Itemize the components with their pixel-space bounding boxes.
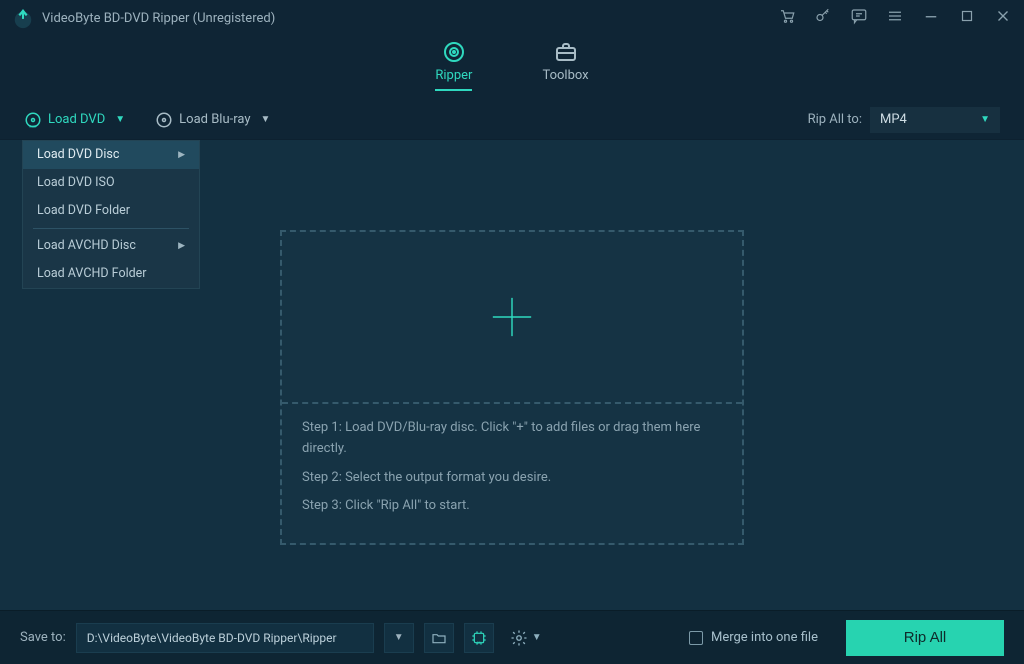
folder-icon bbox=[431, 630, 447, 646]
chevron-down-icon: ▼ bbox=[261, 114, 271, 125]
cart-icon[interactable] bbox=[778, 7, 796, 29]
rip-all-to: Rip All to: MP4 ▼ bbox=[808, 107, 1000, 133]
menu-load-dvd-iso[interactable]: Load DVD ISO bbox=[23, 169, 199, 197]
save-path-dropdown-button[interactable]: ▼ bbox=[384, 623, 414, 653]
tab-toolbox[interactable]: Toolbox bbox=[542, 40, 588, 91]
chevron-right-icon: ▶ bbox=[178, 232, 185, 260]
chevron-down-icon: ▼ bbox=[980, 114, 990, 125]
merge-label: Merge into one file bbox=[711, 630, 818, 645]
load-bluray-label: Load Blu-ray bbox=[179, 112, 250, 127]
menu-load-avchd-folder[interactable]: Load AVCHD Folder bbox=[23, 260, 199, 288]
gear-icon bbox=[510, 629, 528, 647]
step1-text: Step 1: Load DVD/Blu-ray disc. Click "+"… bbox=[302, 418, 722, 460]
dvd-disc-icon: DVD bbox=[24, 111, 42, 129]
menu-separator bbox=[33, 228, 189, 229]
drop-zone[interactable]: Step 1: Load DVD/Blu-ray disc. Click "+"… bbox=[280, 230, 744, 545]
menu-load-dvd-disc[interactable]: Load DVD Disc ▶ bbox=[23, 141, 199, 169]
gpu-icon: ON bbox=[471, 630, 487, 646]
tab-toolbox-label: Toolbox bbox=[542, 68, 588, 83]
load-dvd-menu: Load DVD Disc ▶ Load DVD ISO Load DVD Fo… bbox=[22, 140, 200, 289]
step3-text: Step 3: Click "Rip All" to start. bbox=[302, 496, 722, 517]
rip-all-format-value: MP4 bbox=[880, 112, 907, 127]
load-bluray-button[interactable]: Load Blu-ray ▼ bbox=[155, 111, 270, 129]
chevron-right-icon: ▶ bbox=[178, 141, 185, 169]
menu-load-avchd-folder-label: Load AVCHD Folder bbox=[37, 260, 147, 288]
feedback-icon[interactable] bbox=[850, 7, 868, 29]
key-icon[interactable] bbox=[814, 7, 832, 29]
rip-all-button[interactable]: Rip All bbox=[846, 620, 1004, 656]
plus-icon bbox=[489, 294, 535, 340]
step2-text: Step 2: Select the output format you des… bbox=[302, 468, 722, 489]
svg-text:DVD: DVD bbox=[29, 124, 37, 128]
menu-load-dvd-disc-label: Load DVD Disc bbox=[37, 141, 119, 169]
load-dvd-button[interactable]: DVD Load DVD ▼ bbox=[24, 111, 125, 129]
menu-load-dvd-folder[interactable]: Load DVD Folder bbox=[23, 197, 199, 225]
tab-ripper[interactable]: Ripper bbox=[435, 40, 472, 91]
load-bar: DVD Load DVD ▼ Load Blu-ray ▼ Rip All to… bbox=[0, 100, 1024, 140]
merge-checkbox[interactable] bbox=[689, 631, 703, 645]
close-icon[interactable] bbox=[994, 7, 1012, 29]
menu-icon[interactable] bbox=[886, 7, 904, 29]
gpu-accel-button[interactable]: ON bbox=[464, 623, 494, 653]
rip-all-format-select[interactable]: MP4 ▼ bbox=[870, 107, 1000, 133]
save-path-field[interactable]: D:\VideoByte\VideoByte BD-DVD Ripper\Rip… bbox=[76, 623, 374, 653]
save-path-value: D:\VideoByte\VideoByte BD-DVD Ripper\Rip… bbox=[87, 631, 337, 645]
maximize-icon[interactable] bbox=[958, 7, 976, 29]
menu-load-dvd-iso-label: Load DVD ISO bbox=[37, 169, 115, 197]
tab-ripper-label: Ripper bbox=[435, 68, 472, 83]
chevron-down-icon: ▼ bbox=[394, 632, 404, 643]
drop-zone-plus-area[interactable] bbox=[282, 232, 742, 402]
minimize-icon[interactable] bbox=[922, 7, 940, 29]
bottom-bar: Save to: D:\VideoByte\VideoByte BD-DVD R… bbox=[0, 610, 1024, 664]
chevron-down-icon: ▼ bbox=[532, 632, 542, 643]
svg-text:ON: ON bbox=[476, 641, 481, 645]
open-folder-button[interactable] bbox=[424, 623, 454, 653]
ripper-icon bbox=[442, 40, 466, 64]
bluray-disc-icon bbox=[155, 111, 173, 129]
drop-zone-steps: Step 1: Load DVD/Blu-ray disc. Click "+"… bbox=[282, 404, 742, 543]
title-bar: VideoByte BD-DVD Ripper (Unregistered) bbox=[0, 0, 1024, 36]
merge-into-one-file[interactable]: Merge into one file bbox=[689, 630, 818, 645]
save-to-label: Save to: bbox=[20, 630, 66, 645]
menu-load-avchd-disc[interactable]: Load AVCHD Disc ▶ bbox=[23, 232, 199, 260]
window-title: VideoByte BD-DVD Ripper (Unregistered) bbox=[42, 11, 778, 26]
menu-load-avchd-disc-label: Load AVCHD Disc bbox=[37, 232, 136, 260]
app-logo-icon bbox=[12, 7, 34, 29]
menu-load-dvd-folder-label: Load DVD Folder bbox=[37, 197, 130, 225]
toolbox-icon bbox=[554, 40, 578, 64]
rip-all-to-label: Rip All to: bbox=[808, 112, 862, 127]
load-dvd-label: Load DVD bbox=[48, 112, 105, 127]
main-tabs: Ripper Toolbox bbox=[0, 40, 1024, 100]
settings-dropdown[interactable]: ▼ bbox=[510, 629, 542, 647]
chevron-down-icon: ▼ bbox=[115, 114, 125, 125]
